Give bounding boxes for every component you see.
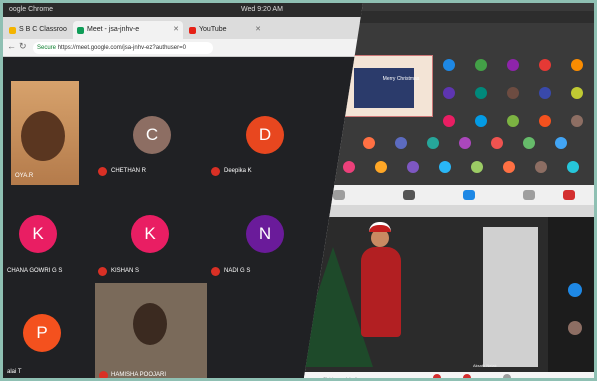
participant-dot — [427, 137, 439, 149]
participant-dot — [539, 59, 551, 71]
classroom-icon — [9, 27, 16, 34]
speaker-video: Aksath Nelak — [303, 217, 548, 372]
tab-classroom[interactable]: S B C Classroo — [5, 21, 71, 39]
dancer-figure — [361, 247, 401, 337]
participant-dot — [475, 87, 487, 99]
participant-dot — [555, 137, 567, 149]
participant-name: alai T — [7, 369, 22, 375]
camera-icon[interactable] — [463, 374, 471, 378]
participant-dot — [443, 87, 455, 99]
participant-dot — [535, 161, 547, 173]
participant-name: CHETHAN R — [111, 168, 147, 174]
participant-face — [21, 111, 65, 161]
participant-name: NADI G S — [224, 268, 251, 274]
tab-label: YouTube — [199, 26, 227, 33]
participant-dot — [503, 161, 515, 173]
presenting-label: Christmas celebration — [323, 376, 362, 381]
mic-off-icon — [98, 167, 107, 176]
participant-dot — [395, 137, 407, 149]
record-button[interactable] — [523, 190, 535, 200]
app-name: oogle Chrome — [9, 6, 53, 13]
mic-off-icon — [211, 267, 220, 276]
participant-name: KISHAN S — [111, 268, 140, 274]
share-button[interactable] — [403, 190, 415, 200]
tab-label: S B C Classroo — [19, 26, 67, 33]
participant-dot — [507, 59, 519, 71]
participant-name: CHANA GOWRI G S — [7, 268, 63, 274]
participant-dot — [571, 59, 583, 71]
secure-label: Secure — [37, 45, 57, 51]
participant-dot — [568, 283, 582, 297]
address-bar: ← ↻ Secure https://meet.google.com/jsa-j… — [3, 39, 363, 57]
participant-avatar: K — [19, 215, 57, 253]
os-top-bar: oogle Chrome Wed 9:20 AM — [3, 3, 363, 17]
participant-dot — [567, 161, 579, 173]
participant-dot — [571, 87, 583, 99]
participant-dot — [443, 115, 455, 127]
participant-dot — [471, 161, 483, 173]
reload-icon[interactable]: ↻ — [19, 41, 27, 52]
participant-dot — [475, 59, 487, 71]
participant-dot — [439, 161, 451, 173]
participant-dot — [363, 137, 375, 149]
meeting-controls — [303, 185, 594, 205]
back-icon[interactable]: ← — [7, 41, 16, 51]
speaker-name: Aksath Nelak — [473, 363, 497, 368]
tab-youtube[interactable]: YouTube ✕ — [185, 21, 265, 39]
participant-dot — [571, 115, 583, 127]
mic-icon[interactable] — [433, 374, 441, 378]
participant-dot — [568, 321, 582, 335]
participant-avatar: D — [246, 116, 284, 154]
more-icon[interactable] — [503, 374, 511, 378]
participant-tile[interactable]: HAMISHA POOJARI — [95, 283, 207, 378]
mic-off-icon — [211, 167, 220, 176]
background-door — [483, 227, 538, 367]
participant-dot — [539, 115, 551, 127]
participant-face — [133, 303, 167, 345]
meet-window: oogle Chrome Wed 9:20 AM S B C Classroo … — [3, 3, 363, 378]
participant-dot — [507, 115, 519, 127]
close-tab-icon[interactable]: ✕ — [173, 21, 179, 39]
participant-tile[interactable]: OYA.R — [11, 81, 79, 185]
participant-dot — [475, 115, 487, 127]
participant-sidebar — [548, 217, 594, 372]
mic-off-icon — [99, 371, 108, 378]
participant-dot — [507, 87, 519, 99]
browser-tab-strip: S B C Classroo Meet - jsa-jnhv-e ✕ YouTu… — [3, 17, 363, 39]
participant-name: Deepika K — [224, 168, 252, 174]
mute-button[interactable] — [333, 190, 345, 200]
participant-avatar: C — [133, 116, 171, 154]
mic-off-icon — [98, 267, 107, 276]
tab-meet[interactable]: Meet - jsa-jnhv-e ✕ — [73, 21, 183, 39]
participant-dot — [459, 137, 471, 149]
participant-avatar: K — [131, 215, 169, 253]
participant-dot — [343, 161, 355, 173]
participant-dot — [523, 137, 535, 149]
participant-name: OYA.R — [15, 173, 34, 179]
participant-dot — [375, 161, 387, 173]
participant-avatar: N — [246, 215, 284, 253]
url-field[interactable]: Secure https://meet.google.com/jsa-jnhv-… — [33, 42, 213, 54]
participant-avatar: P — [23, 314, 61, 352]
leave-button[interactable] — [563, 190, 575, 200]
url-text: https://meet.google.com/jsa-jnhv-ez?auth… — [57, 45, 186, 51]
bottom-bar: Christmas celebration — [303, 372, 594, 381]
santa-hat — [369, 222, 391, 232]
meet-grid: OYA.R C CHETHAN R D Deepika K K CHANA GO… — [3, 57, 363, 378]
youtube-icon — [189, 27, 196, 34]
screenshot-collage: oogle Chrome Wed 9:20 AM S B C Classroo … — [0, 0, 597, 381]
taskbar — [303, 205, 594, 217]
chat-button[interactable] — [463, 190, 475, 200]
slide-image — [354, 68, 414, 108]
meet-icon — [77, 27, 84, 34]
system-clock: Wed 9:20 AM — [241, 6, 283, 13]
participant-name: HAMISHA POOJARI — [111, 372, 167, 378]
participant-dot — [407, 161, 419, 173]
close-tab-icon[interactable]: ✕ — [255, 21, 261, 39]
slide-text: Merry Christmas — [382, 76, 420, 82]
participant-dot — [443, 59, 455, 71]
participant-dot — [491, 137, 503, 149]
tab-label: Meet - jsa-jnhv-e — [87, 26, 140, 33]
participant-dot — [539, 87, 551, 99]
